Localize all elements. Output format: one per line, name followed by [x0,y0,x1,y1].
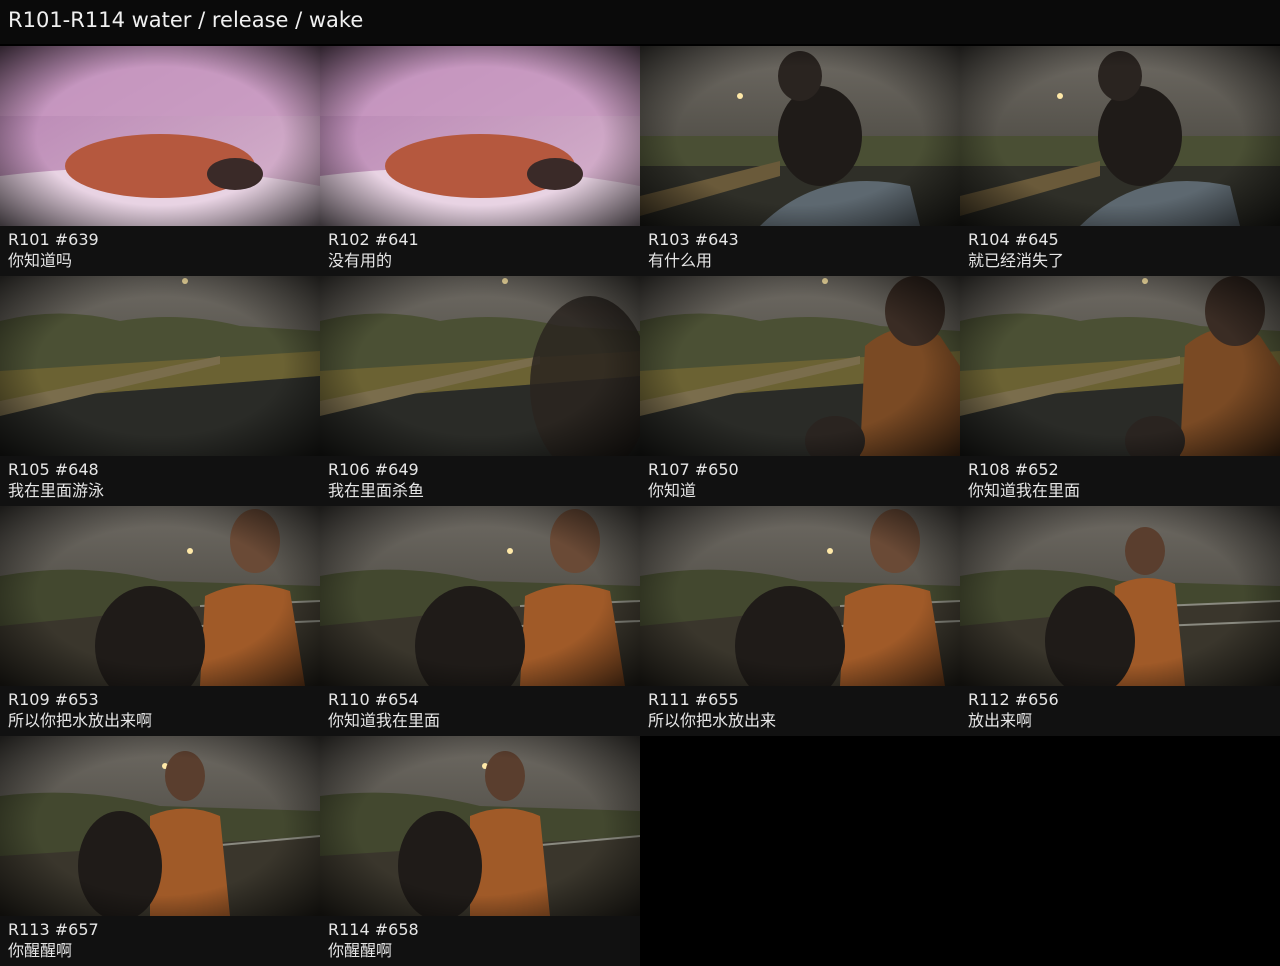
frame-subtitle: 没有用的 [328,251,393,270]
frame-thumbnail [0,46,320,226]
frame-caption: R111 #655 所以你把水放出来 [640,686,960,736]
frame-id: R109 #653 [8,690,99,709]
frame-thumbnail [320,46,640,226]
frame-subtitle: 我在里面杀鱼 [328,481,425,500]
frame-id: R103 #643 [648,230,739,249]
frame-id: R111 #655 [648,690,739,709]
frame-subtitle: 我在里面游泳 [8,481,105,500]
frame-subtitle: 你醒醒啊 [8,941,73,960]
frame-caption: R101 #639 你知道吗 [0,226,320,276]
frame-subtitle: 你醒醒啊 [328,941,393,960]
frame-grid: R101 #639 你知道吗 R102 #641 没有用的 R103 #643 有什么… [0,46,1280,966]
frame-cell[interactable]: R107 #650 你知道 [640,276,960,506]
frame-thumbnail [0,276,320,456]
frame-id: R105 #648 [8,460,99,479]
frame-subtitle: 放出来啊 [968,711,1033,730]
contact-sheet: R101-R114 water / release / wake R101 #6… [0,0,1280,966]
frame-id: R101 #639 [8,230,99,249]
frame-caption: R104 #645 就已经消失了 [960,226,1280,276]
frame-id: R106 #649 [328,460,419,479]
frame-thumbnail [960,46,1280,226]
frame-cell[interactable]: R105 #648 我在里面游泳 [0,276,320,506]
frame-caption: R113 #657 你醒醒啊 [0,916,320,966]
frame-thumbnail [960,276,1280,456]
frame-cell[interactable]: R111 #655 所以你把水放出来 [640,506,960,736]
frame-cell[interactable]: R101 #639 你知道吗 [0,46,320,276]
page-title: R101-R114 water / release / wake [0,0,1280,44]
frame-thumbnail [0,506,320,686]
frame-caption: R112 #656 放出来啊 [960,686,1280,736]
frame-cell[interactable]: R106 #649 我在里面杀鱼 [320,276,640,506]
frame-cell[interactable]: R110 #654 你知道我在里面 [320,506,640,736]
frame-id: R112 #656 [968,690,1059,709]
frame-id: R107 #650 [648,460,739,479]
frame-cell[interactable]: R104 #645 就已经消失了 [960,46,1280,276]
frame-thumbnail [320,736,640,916]
frame-cell[interactable]: R109 #653 所以你把水放出来啊 [0,506,320,736]
frame-thumbnail [960,506,1280,686]
frame-subtitle: 你知道 [648,481,697,500]
frame-subtitle: 你知道我在里面 [968,481,1081,500]
frame-thumbnail [320,276,640,456]
frame-caption: R114 #658 你醒醒啊 [320,916,640,966]
frame-thumbnail [320,506,640,686]
frame-id: R102 #641 [328,230,419,249]
frame-subtitle: 有什么用 [648,251,713,270]
frame-subtitle: 所以你把水放出来啊 [8,711,153,730]
frame-caption: R109 #653 所以你把水放出来啊 [0,686,320,736]
frame-thumbnail [0,736,320,916]
frame-subtitle: 你知道吗 [8,251,73,270]
frame-id: R110 #654 [328,690,419,709]
frame-caption: R102 #641 没有用的 [320,226,640,276]
frame-subtitle: 就已经消失了 [968,251,1065,270]
frame-cell[interactable]: R103 #643 有什么用 [640,46,960,276]
frame-cell[interactable]: R114 #658 你醒醒啊 [320,736,640,966]
frame-thumbnail [640,276,960,456]
frame-subtitle: 所以你把水放出来 [648,711,777,730]
frame-cell[interactable]: R102 #641 没有用的 [320,46,640,276]
frame-caption: R108 #652 你知道我在里面 [960,456,1280,506]
frame-id: R104 #645 [968,230,1059,249]
frame-caption: R105 #648 我在里面游泳 [0,456,320,506]
frame-thumbnail [640,46,960,226]
frame-cell[interactable]: R113 #657 你醒醒啊 [0,736,320,966]
frame-cell[interactable]: R112 #656 放出来啊 [960,506,1280,736]
frame-cell[interactable]: R108 #652 你知道我在里面 [960,276,1280,506]
frame-id: R108 #652 [968,460,1059,479]
frame-id: R113 #657 [8,920,99,939]
frame-thumbnail [640,506,960,686]
frame-caption: R103 #643 有什么用 [640,226,960,276]
frame-caption: R106 #649 我在里面杀鱼 [320,456,640,506]
frame-subtitle: 你知道我在里面 [328,711,441,730]
frame-caption: R110 #654 你知道我在里面 [320,686,640,736]
frame-id: R114 #658 [328,920,419,939]
frame-caption: R107 #650 你知道 [640,456,960,506]
